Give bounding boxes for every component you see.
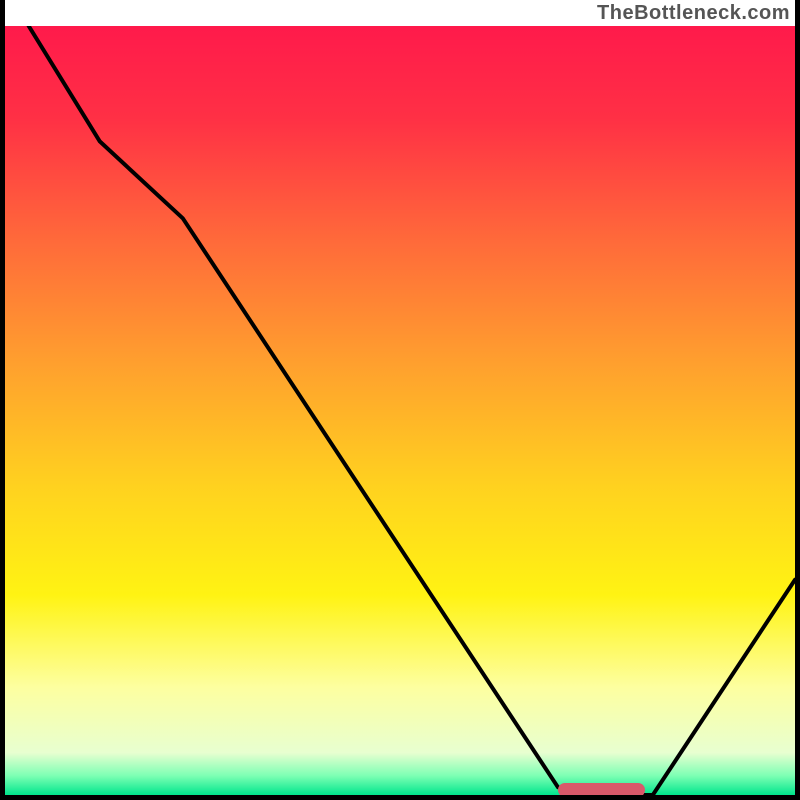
optimal-range-marker [558,783,645,795]
bottleneck-curve [5,26,795,795]
plot-area [5,26,795,795]
watermark-text: TheBottleneck.com [597,2,790,25]
